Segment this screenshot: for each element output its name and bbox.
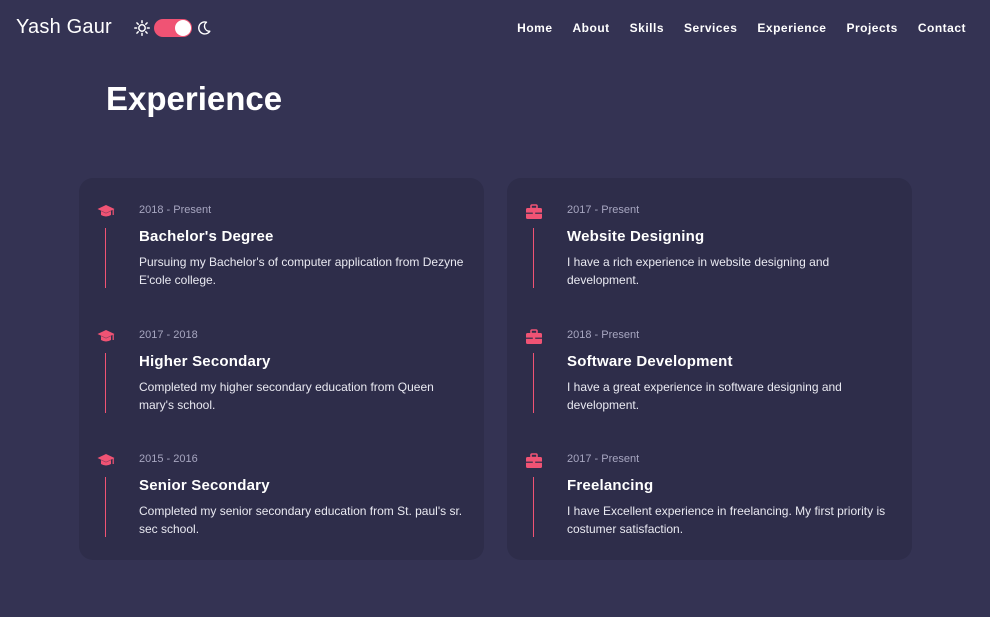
nav-about[interactable]: About — [573, 21, 610, 35]
timeline-line — [105, 477, 106, 537]
briefcase-icon — [525, 453, 543, 469]
item-description: Completed my higher secondary education … — [139, 380, 434, 412]
moon-icon — [196, 20, 212, 36]
nav-contact[interactable]: Contact — [918, 21, 966, 35]
theme-toggle[interactable] — [134, 18, 212, 38]
item-description: I have Excellent experience in freelanci… — [567, 504, 886, 536]
item-description: I have a great experience in software de… — [567, 380, 842, 412]
education-card: 2018 - Present Bachelor's Degree Pursuin… — [79, 178, 484, 560]
switch-knob — [175, 20, 191, 36]
item-title: Software Development — [567, 353, 733, 370]
nav-home[interactable]: Home — [517, 21, 552, 35]
item-title: Bachelor's Degree — [139, 228, 274, 245]
timeline-line — [533, 477, 534, 537]
briefcase-icon — [525, 204, 543, 220]
graduation-cap-icon — [97, 204, 115, 220]
nav-services[interactable]: Services — [684, 21, 737, 35]
timeline-line — [105, 228, 106, 288]
sun-icon — [134, 20, 150, 36]
timeline-item: 2018 - Present Bachelor's Degree Pursuin… — [79, 178, 484, 302]
item-date: 2015 - 2016 — [139, 453, 198, 465]
timeline-line — [533, 353, 534, 413]
graduation-cap-icon — [97, 453, 115, 469]
item-title: Senior Secondary — [139, 477, 270, 494]
timeline-item: 2015 - 2016 Senior Secondary Completed m… — [79, 427, 484, 551]
item-title: Website Designing — [567, 228, 705, 245]
brand-logo[interactable]: Yash Gaur — [16, 16, 112, 39]
item-title: Freelancing — [567, 477, 654, 494]
timeline-line — [105, 353, 106, 413]
work-card: 2017 - Present Website Designing I have … — [507, 178, 912, 560]
nav-projects[interactable]: Projects — [846, 21, 897, 35]
timeline-item: 2017 - Present Freelancing I have Excell… — [507, 427, 912, 551]
timeline-item: 2017 - 2018 Higher Secondary Completed m… — [79, 303, 484, 427]
theme-switch[interactable] — [154, 19, 192, 37]
nav-experience[interactable]: Experience — [757, 21, 826, 35]
item-date: 2018 - Present — [567, 329, 640, 341]
item-date: 2017 - Present — [567, 453, 640, 465]
item-description: I have a rich experience in website desi… — [567, 255, 830, 287]
section-title: Experience — [106, 80, 283, 117]
nav-skills[interactable]: Skills — [630, 21, 664, 35]
graduation-cap-icon — [97, 329, 115, 345]
timeline-item: 2017 - Present Website Designing I have … — [507, 178, 912, 302]
timeline-line — [533, 228, 534, 288]
item-date: 2018 - Present — [139, 204, 212, 216]
navbar: Yash Gaur Home About Skills Services Exp… — [0, 0, 990, 56]
item-description: Completed my senior secondary education … — [139, 504, 463, 536]
nav-links: Home About Skills Services Experience Pr… — [517, 21, 966, 35]
item-title: Higher Secondary — [139, 353, 271, 370]
item-description: Pursuing my Bachelor's of computer appli… — [139, 255, 464, 287]
briefcase-icon — [525, 329, 543, 345]
item-date: 2017 - Present — [567, 204, 640, 216]
item-date: 2017 - 2018 — [139, 329, 198, 341]
timeline-item: 2018 - Present Software Development I ha… — [507, 303, 912, 427]
